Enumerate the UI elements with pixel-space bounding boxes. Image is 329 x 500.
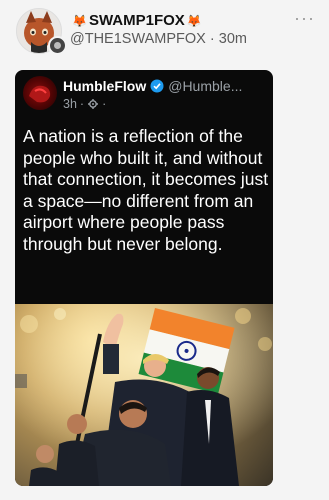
embedded-author-handle: @Humble... (168, 78, 243, 94)
verified-badge-icon (150, 79, 164, 93)
abstract-avatar-image (29, 85, 51, 103)
fox-emoji-icon: 🦊 (72, 13, 87, 28)
embedded-author-name: HumbleFlow (63, 78, 147, 94)
meta-separator: · (209, 31, 215, 47)
embedded-author-row: HumbleFlow @Humble... (63, 78, 242, 94)
post-time[interactable]: 30m (219, 31, 247, 47)
embedded-meta: 3h · · (63, 97, 106, 111)
globe-gear-icon (88, 99, 99, 109)
rally-photo-image (15, 304, 273, 486)
community-badge-icon (48, 36, 67, 55)
author-meta: @THE1SWAMPFOX · 30m (70, 31, 247, 47)
author-handle[interactable]: @THE1SWAMPFOX (70, 31, 206, 47)
embedded-time: 3h (63, 97, 77, 111)
author-name-row[interactable]: 🦊 SWAMP1FOX 🦊 (72, 12, 202, 29)
embedded-post-text: A nation is a reflection of the people w… (23, 126, 269, 254)
more-dots-icon[interactable]: ··· (294, 8, 315, 29)
embedded-photo (15, 304, 273, 486)
embedded-dot: · (79, 97, 85, 111)
embedded-screenshot[interactable]: HumbleFlow @Humble... 3h · · A nation is… (15, 70, 273, 486)
embedded-dot: · (102, 97, 107, 111)
fox-emoji-icon: 🦊 (186, 13, 202, 28)
embedded-author-avatar (23, 76, 57, 110)
author-name: SWAMP1FOX (88, 12, 185, 29)
